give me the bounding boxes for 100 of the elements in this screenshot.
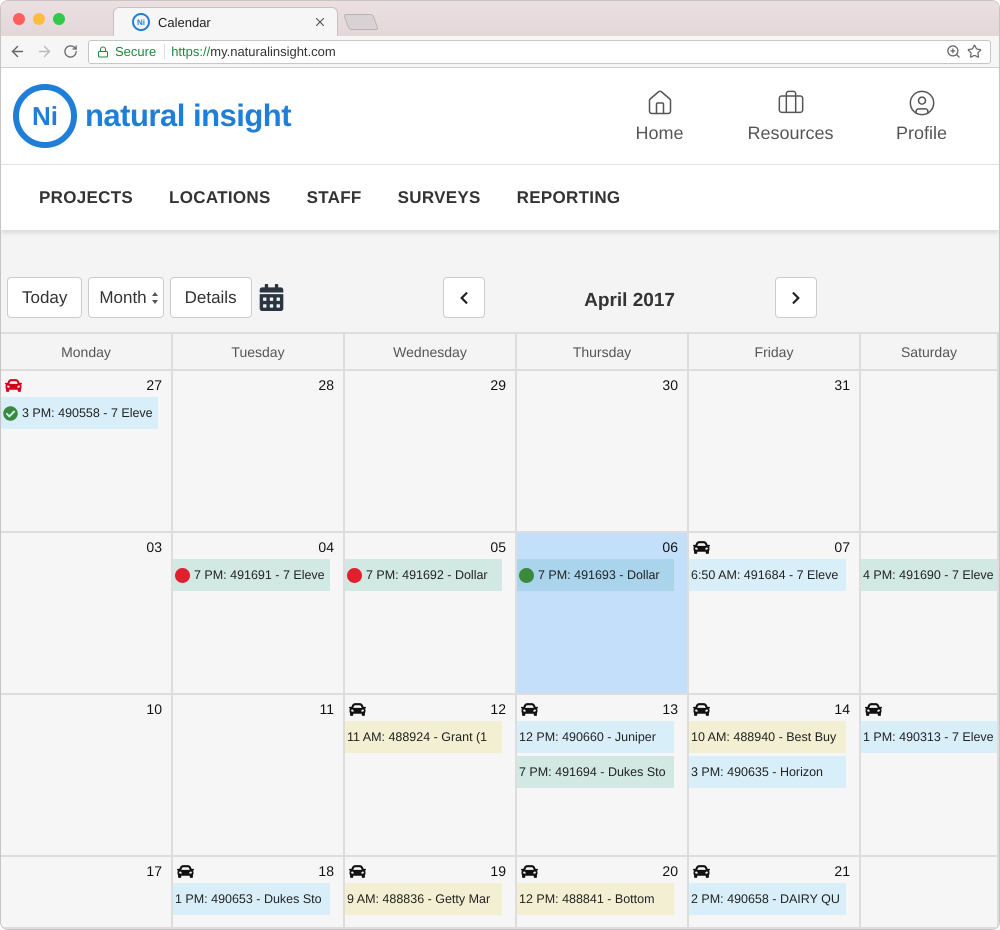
calendar-event[interactable]: 6:50 AM: 491684 - 7 Eleve (689, 559, 846, 591)
date-number: 19 (490, 863, 506, 879)
close-window-icon[interactable] (13, 12, 25, 24)
calendar-event[interactable]: 7 PM: 491694 - Dukes Sto (517, 756, 674, 788)
address-field[interactable]: Secure https://my.naturalinsight.com (88, 40, 991, 64)
date-number: 18 (318, 863, 334, 879)
calendar-event[interactable]: 3 PM: 490558 - 7 Eleve (1, 397, 158, 429)
calendar-event[interactable]: 9 AM: 488836 - Getty Mar (345, 883, 502, 915)
date-number: 14 (834, 701, 850, 717)
calendar-event[interactable]: 12 PM: 488841 - Bottom (517, 883, 674, 915)
day-cell[interactable]: 04 7 PM: 491691 - 7 Eleve (173, 533, 345, 695)
day-cell[interactable]: 31 (689, 371, 861, 533)
event-text: 2 PM: 490658 - DAIRY QU (691, 892, 840, 906)
menu-item[interactable]: REPORTING (516, 188, 620, 208)
calendar-event[interactable]: 11 AM: 488924 - Grant (1 (345, 721, 502, 753)
event-text: 11 AM: 488924 - Grant (1 (347, 730, 488, 744)
calendar-event[interactable]: 4 PM: 491690 - 7 Eleve (861, 559, 997, 591)
day-cell[interactable]: 27 3 PM: 490558 - 7 Eleve (1, 371, 173, 533)
details-button[interactable]: Details (170, 277, 252, 318)
date-number: 03 (146, 539, 162, 555)
date-number: 06 (662, 539, 678, 555)
previous-month-button[interactable] (442, 277, 485, 318)
bookmark-star-icon[interactable] (967, 44, 982, 59)
event-text: 6:50 AM: 491684 - 7 Eleve (691, 568, 838, 582)
calendar-event[interactable]: 7 PM: 491693 - Dollar (517, 559, 674, 591)
month-title: April 2017 (583, 288, 676, 312)
event-text: 9 AM: 488836 - Getty Mar (347, 892, 490, 906)
date-number: 11 (319, 701, 334, 717)
maximize-window-icon[interactable] (53, 12, 65, 24)
day-cell[interactable]: 29 (345, 371, 517, 533)
event-text: 7 PM: 491693 - Dollar (538, 568, 660, 582)
browser-tab[interactable]: Ni Calendar (113, 7, 338, 36)
date-number: 30 (662, 377, 678, 393)
day-cell[interactable]: 14 10 AM: 488940 - Best Buy 3 PM: 490635 - Horizon (689, 695, 861, 857)
menu-item[interactable]: STAFF (306, 188, 362, 208)
day-cell[interactable]: 10 (1, 695, 173, 857)
calendar-event[interactable]: 7 PM: 491692 - Dollar (345, 559, 502, 591)
logo-text: natural insight (85, 98, 292, 134)
header-nav-link[interactable]: Resources (725, 88, 856, 144)
date-number: 31 (834, 377, 850, 393)
forward-icon[interactable] (36, 43, 53, 60)
close-icon[interactable] (313, 15, 327, 29)
event-text: 1 PM: 490313 - 7 Eleve (863, 730, 994, 744)
day-cell[interactable]: 11 (173, 695, 345, 857)
calendar-event[interactable]: 1 PM: 490313 - 7 Eleve (861, 721, 997, 753)
back-icon[interactable] (9, 43, 26, 60)
day-cell[interactable]: 20 12 PM: 488841 - Bottom (517, 857, 689, 929)
date-number: 27 (146, 377, 162, 393)
day-cell[interactable]: 17 (1, 857, 173, 929)
zoom-icon[interactable] (946, 44, 961, 59)
date-number: 21 (834, 863, 850, 879)
favicon: Ni (132, 13, 150, 31)
header-nav-link[interactable]: Home (594, 88, 725, 144)
event-text: 7 PM: 491694 - Dukes Sto (519, 765, 666, 779)
event-text: 10 AM: 488940 - Best Buy (691, 730, 836, 744)
day-cell[interactable]: 19 9 AM: 488836 - Getty Mar (345, 857, 517, 929)
event-text: 1 PM: 490653 - Dukes Sto (175, 892, 322, 906)
day-cell[interactable]: 21 2 PM: 490658 - DAIRY QU (689, 857, 861, 929)
day-cell[interactable]: 1 PM: 490313 - 7 Eleve (861, 695, 999, 857)
calendar-event[interactable]: 1 PM: 490653 - Dukes Sto (173, 883, 330, 915)
day-cell[interactable]: 12 11 AM: 488924 - Grant (1 (345, 695, 517, 857)
calendar-event[interactable]: 2 PM: 490658 - DAIRY QU (689, 883, 846, 915)
menu-item[interactable]: LOCATIONS (169, 188, 271, 208)
date-number: 13 (662, 701, 678, 717)
calendar-event[interactable]: 12 PM: 490660 - Juniper (517, 721, 674, 753)
date-number: 29 (490, 377, 506, 393)
day-cell[interactable] (861, 857, 999, 929)
header-nav-link[interactable]: Profile (856, 88, 987, 144)
day-cell[interactable]: 18 1 PM: 490653 - Dukes Sto (173, 857, 345, 929)
tab-title: Calendar (158, 14, 212, 30)
date-number: 12 (490, 701, 506, 717)
day-cell[interactable]: 28 (173, 371, 345, 533)
menu-item[interactable]: SURVEYS (398, 188, 481, 208)
next-month-button[interactable] (774, 277, 817, 318)
day-cell[interactable]: 07 6:50 AM: 491684 - 7 Eleve (689, 533, 861, 695)
view-select[interactable]: Month (88, 277, 164, 318)
calendar-icon[interactable] (258, 284, 285, 311)
day-cell[interactable]: 30 (517, 371, 689, 533)
day-cell[interactable]: 13 12 PM: 490660 - Juniper 7 PM: 491694 - Dukes Sto (517, 695, 689, 857)
date-number: 07 (834, 539, 850, 555)
menu-item[interactable]: PROJECTS (39, 188, 134, 208)
selected-day-cell[interactable]: 06 7 PM: 491693 - Dollar (517, 533, 689, 695)
calendar-event[interactable]: 10 AM: 488940 - Best Buy (689, 721, 846, 753)
calendar-event[interactable]: 7 PM: 491691 - 7 Eleve (173, 559, 330, 591)
lock-icon (97, 46, 109, 58)
url-text: https://my.naturalinsight.com (171, 44, 337, 59)
date-number: 20 (662, 863, 678, 879)
day-cell[interactable]: 03 (1, 533, 173, 695)
today-button[interactable]: Today (7, 277, 82, 318)
day-cell[interactable] (861, 371, 999, 533)
day-cell[interactable]: 4 PM: 491690 - 7 Eleve (861, 533, 999, 695)
calendar-event[interactable]: 3 PM: 490635 - Horizon (689, 756, 846, 788)
user-icon (908, 88, 936, 116)
minimize-window-icon[interactable] (33, 12, 45, 24)
date-number: 10 (146, 701, 162, 717)
date-number: 05 (490, 539, 506, 555)
event-text: 12 PM: 490660 - Juniper (519, 730, 656, 744)
day-cell[interactable]: 05 7 PM: 491692 - Dollar (345, 533, 517, 695)
reload-icon[interactable] (63, 44, 78, 59)
new-tab-button[interactable] (343, 14, 379, 30)
